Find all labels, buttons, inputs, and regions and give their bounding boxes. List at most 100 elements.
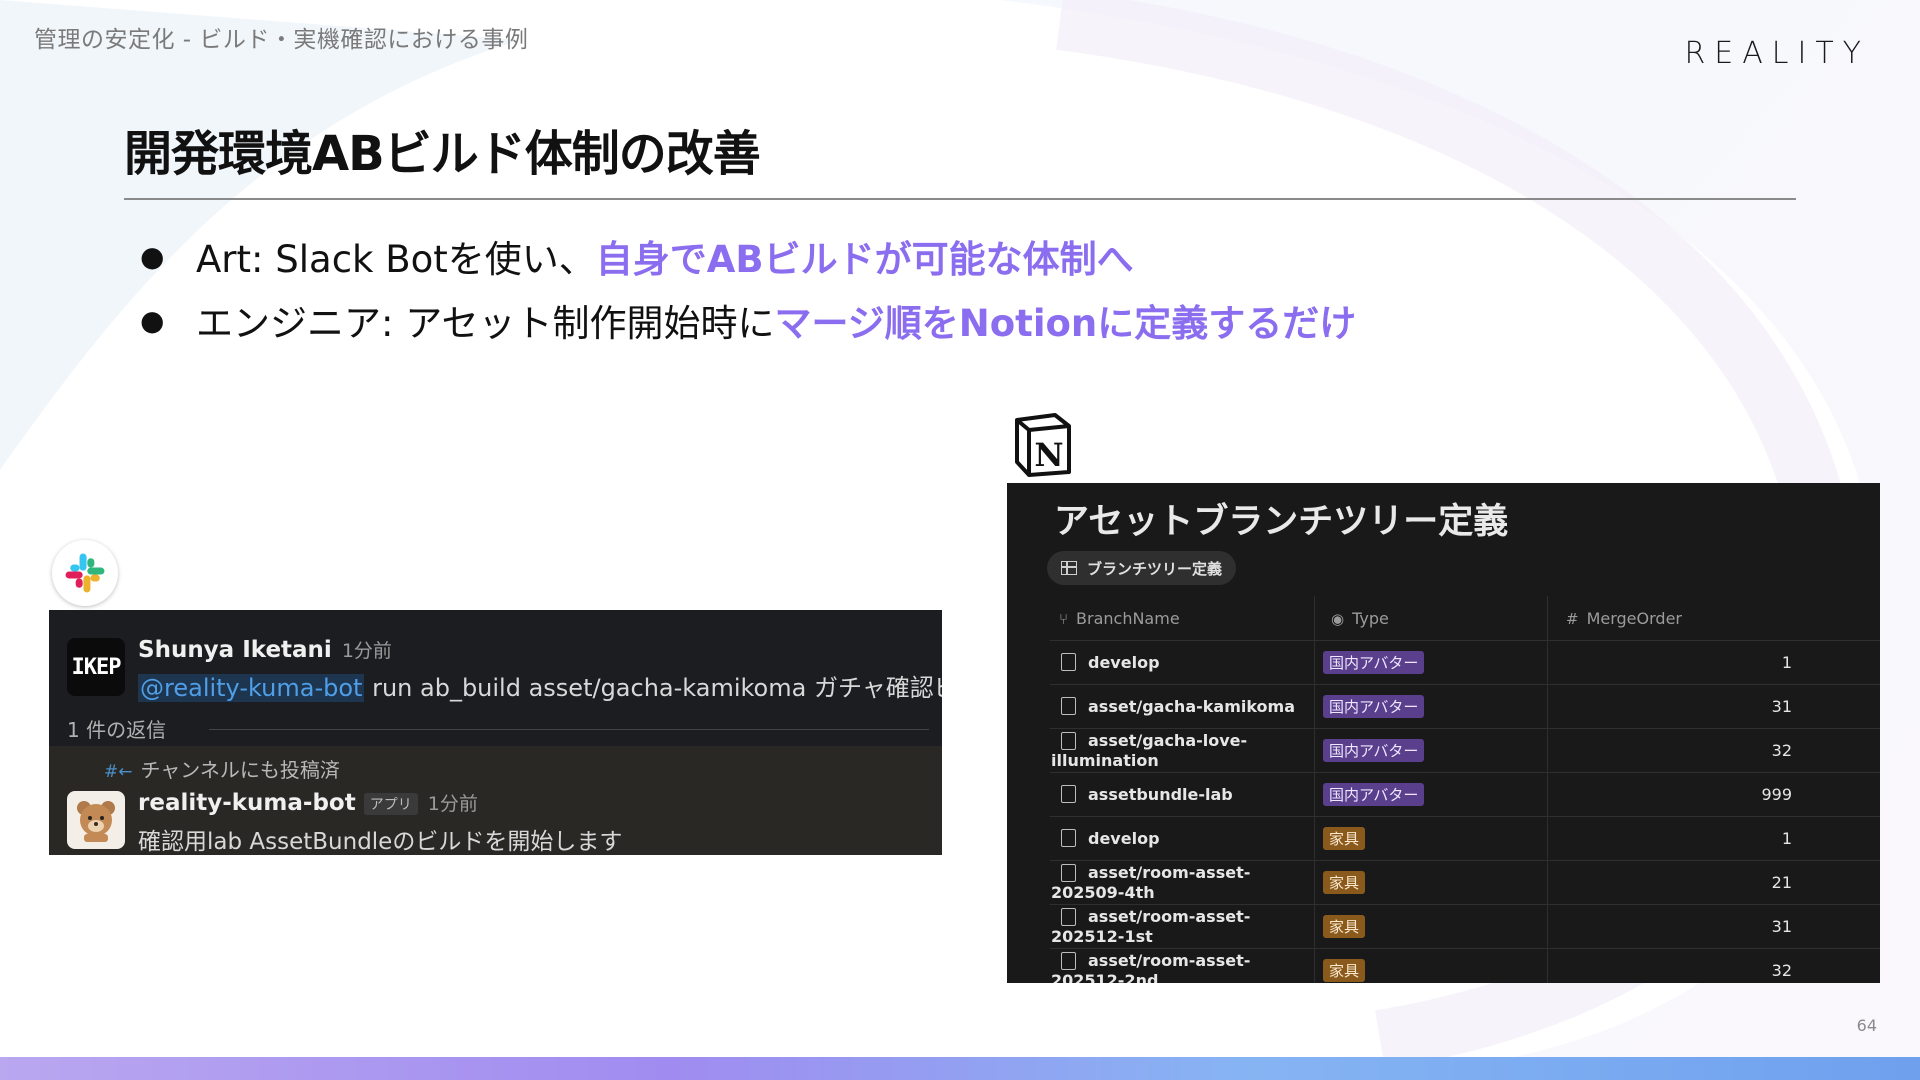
channel-hash-icon: #← (104, 762, 133, 782)
bullet-highlight: 自身でABビルドが可能な体制へ (595, 238, 1134, 281)
bullet-dot-icon: ● (140, 303, 165, 337)
message-timestamp[interactable]: 1分前 (342, 640, 392, 662)
merge-order-cell[interactable]: 21 (1547, 860, 1880, 905)
type-tag: 国内アバター (1323, 695, 1425, 718)
table-row[interactable]: asset/gacha-kamikoma 国内アバター 31 (1050, 684, 1880, 729)
branch-cell[interactable]: develop (1050, 816, 1315, 861)
notion-logo-icon: N (1015, 413, 1071, 477)
reply-timestamp[interactable]: 1分前 (428, 793, 478, 815)
table-row[interactable]: develop 国内アバター 1 (1050, 640, 1880, 685)
message-author[interactable]: Shunya Iketani 1分前 (138, 636, 392, 663)
page-icon (1061, 697, 1076, 716)
type-cell[interactable]: 国内アバター (1314, 772, 1548, 817)
type-tag: 国内アバター (1323, 651, 1425, 674)
table-row[interactable]: asset/room-asset-202509-4th 家具 21 (1050, 860, 1880, 905)
type-tag: 家具 (1323, 827, 1366, 850)
table-row[interactable]: asset/room-asset-202512-2nd 家具 32 (1050, 948, 1880, 983)
branch-cell[interactable]: asset/gacha-love-illumination (1050, 728, 1315, 773)
type-tag: 国内アバター (1323, 783, 1425, 806)
branch-cell[interactable]: asset/gacha-kamikoma (1050, 684, 1315, 729)
page-number: 64 (1856, 1016, 1877, 1035)
branch-table: ⑂ BranchName ◉ Type # MergeOrder develop 国内… (1050, 596, 1880, 983)
branch-name: assetbundle-lab (1088, 784, 1233, 804)
bot-avatar[interactable] (67, 791, 125, 849)
branch-cell[interactable]: assetbundle-lab (1050, 772, 1315, 817)
table-row[interactable]: asset/room-asset-202512-1st 家具 31 (1050, 904, 1880, 949)
mention-link[interactable]: @reality-kuma-bot (138, 674, 365, 702)
thread-replies-count[interactable]: 1 件の返信 (67, 714, 166, 743)
channel-note: #← チャンネルにも投稿済 (104, 754, 340, 783)
type-tag: 家具 (1323, 959, 1366, 982)
bot-name-text[interactable]: reality-kuma-bot (138, 790, 356, 816)
merge-order-cell[interactable]: 31 (1547, 684, 1880, 729)
column-header-branch[interactable]: ⑂ BranchName (1050, 596, 1315, 641)
branch-name: asset/room-asset-202512-1st (1051, 907, 1251, 946)
page-icon (1061, 785, 1076, 804)
branch-name: asset/room-asset-202512-2nd (1051, 951, 1251, 983)
type-tag: 家具 (1323, 871, 1366, 894)
column-header-type[interactable]: ◉ Type (1314, 596, 1548, 641)
type-tag: 国内アバター (1323, 739, 1425, 762)
table-header-row: ⑂ BranchName ◉ Type # MergeOrder (1050, 596, 1880, 641)
channel-note-text: チャンネルにも投稿済 (140, 758, 340, 782)
table-icon (1061, 561, 1077, 575)
branch-name: asset/gacha-love-illumination (1051, 731, 1248, 770)
merge-order-cell[interactable]: 1 (1547, 816, 1880, 861)
table-row[interactable]: develop 家具 1 (1050, 816, 1880, 861)
type-cell[interactable]: 国内アバター (1314, 684, 1548, 729)
bullet-text: エンジニア: アセット制作開始時に (196, 302, 775, 345)
type-cell[interactable]: 国内アバター (1314, 728, 1548, 773)
branch-cell[interactable]: asset/room-asset-202509-4th (1050, 860, 1315, 905)
notion-database-panel: アセットブランチツリー定義 ブランチツリー定義 ⑂ BranchName ◉ Typ… (1007, 483, 1880, 983)
bottom-gradient-bar (0, 1057, 1920, 1080)
message-body: run ab_build asset/gacha-kamikoma ガチャ確認ビ… (364, 674, 942, 702)
page-icon (1061, 653, 1076, 672)
merge-order-cell[interactable]: 1 (1547, 640, 1880, 685)
reality-logo: REALITY (1684, 36, 1870, 71)
merge-order-cell[interactable]: 32 (1547, 948, 1880, 983)
branch-name: asset/gacha-kamikoma (1088, 696, 1296, 716)
slack-logo-icon (52, 540, 118, 606)
bullet-list: ● Art: Slack Botを使い、 自身でABビルドが可能な体制へ ● エン… (140, 224, 1356, 352)
breadcrumb: 管理の安定化 - ビルド・実機確認における事例 (34, 27, 529, 53)
type-cell[interactable]: 国内アバター (1314, 640, 1548, 685)
branch-cell[interactable]: asset/room-asset-202512-1st (1050, 904, 1315, 949)
select-icon: ◉ (1331, 609, 1345, 628)
bullet-item: ● エンジニア: アセット制作開始時に マージ順をNotionに定義するだけ (140, 288, 1356, 352)
branch-cell[interactable]: develop (1050, 640, 1315, 685)
column-header-label: MergeOrder (1586, 608, 1682, 628)
bullet-highlight: マージ順をNotionに定義するだけ (774, 302, 1357, 345)
type-cell[interactable]: 家具 (1314, 860, 1548, 905)
bot-name[interactable]: reality-kuma-bot アプリ 1分前 (138, 789, 478, 816)
author-name[interactable]: Shunya Iketani (138, 637, 332, 663)
table-row[interactable]: assetbundle-lab 国内アバター 999 (1050, 772, 1880, 817)
thread-divider (209, 729, 929, 730)
svg-text:N: N (1034, 436, 1063, 474)
bullet-item: ● Art: Slack Botを使い、 自身でABビルドが可能な体制へ (140, 224, 1356, 288)
merge-order-cell[interactable]: 31 (1547, 904, 1880, 949)
branch-cell[interactable]: asset/room-asset-202512-2nd (1050, 948, 1315, 983)
type-cell[interactable]: 家具 (1314, 904, 1548, 949)
message-text: @reality-kuma-bot run ab_build asset/gac… (138, 668, 942, 703)
app-badge: アプリ (363, 792, 418, 815)
bot-message-text: 確認用lab AssetBundleのビルドを開始します (138, 829, 623, 855)
table-row[interactable]: asset/gacha-love-illumination 国内アバター 32 (1050, 728, 1880, 773)
page-title: 開発環境ABビルド体制の改善 (124, 126, 761, 182)
column-header-mergeorder[interactable]: # MergeOrder (1547, 596, 1880, 641)
view-tab[interactable]: ブランチツリー定義 (1047, 551, 1237, 585)
thread-reply: #← チャンネルにも投稿済 reality-kuma-bot アプリ 1分前 確認用l… (49, 746, 942, 855)
type-cell[interactable]: 家具 (1314, 948, 1548, 983)
type-cell[interactable]: 家具 (1314, 816, 1548, 861)
branch-name: asset/room-asset-202509-4th (1051, 863, 1251, 902)
bear-icon (77, 801, 115, 842)
type-tag: 家具 (1323, 915, 1366, 938)
page-icon (1061, 951, 1076, 970)
merge-order-cell[interactable]: 32 (1547, 728, 1880, 773)
avatar[interactable]: IKEP (67, 638, 125, 696)
bullet-text: Art: Slack Botを使い、 (196, 238, 596, 281)
number-icon: # (1566, 609, 1579, 628)
view-tab-label: ブランチツリー定義 (1087, 559, 1223, 578)
title-divider (124, 198, 1796, 200)
page-icon (1061, 863, 1076, 882)
merge-order-cell[interactable]: 999 (1547, 772, 1880, 817)
